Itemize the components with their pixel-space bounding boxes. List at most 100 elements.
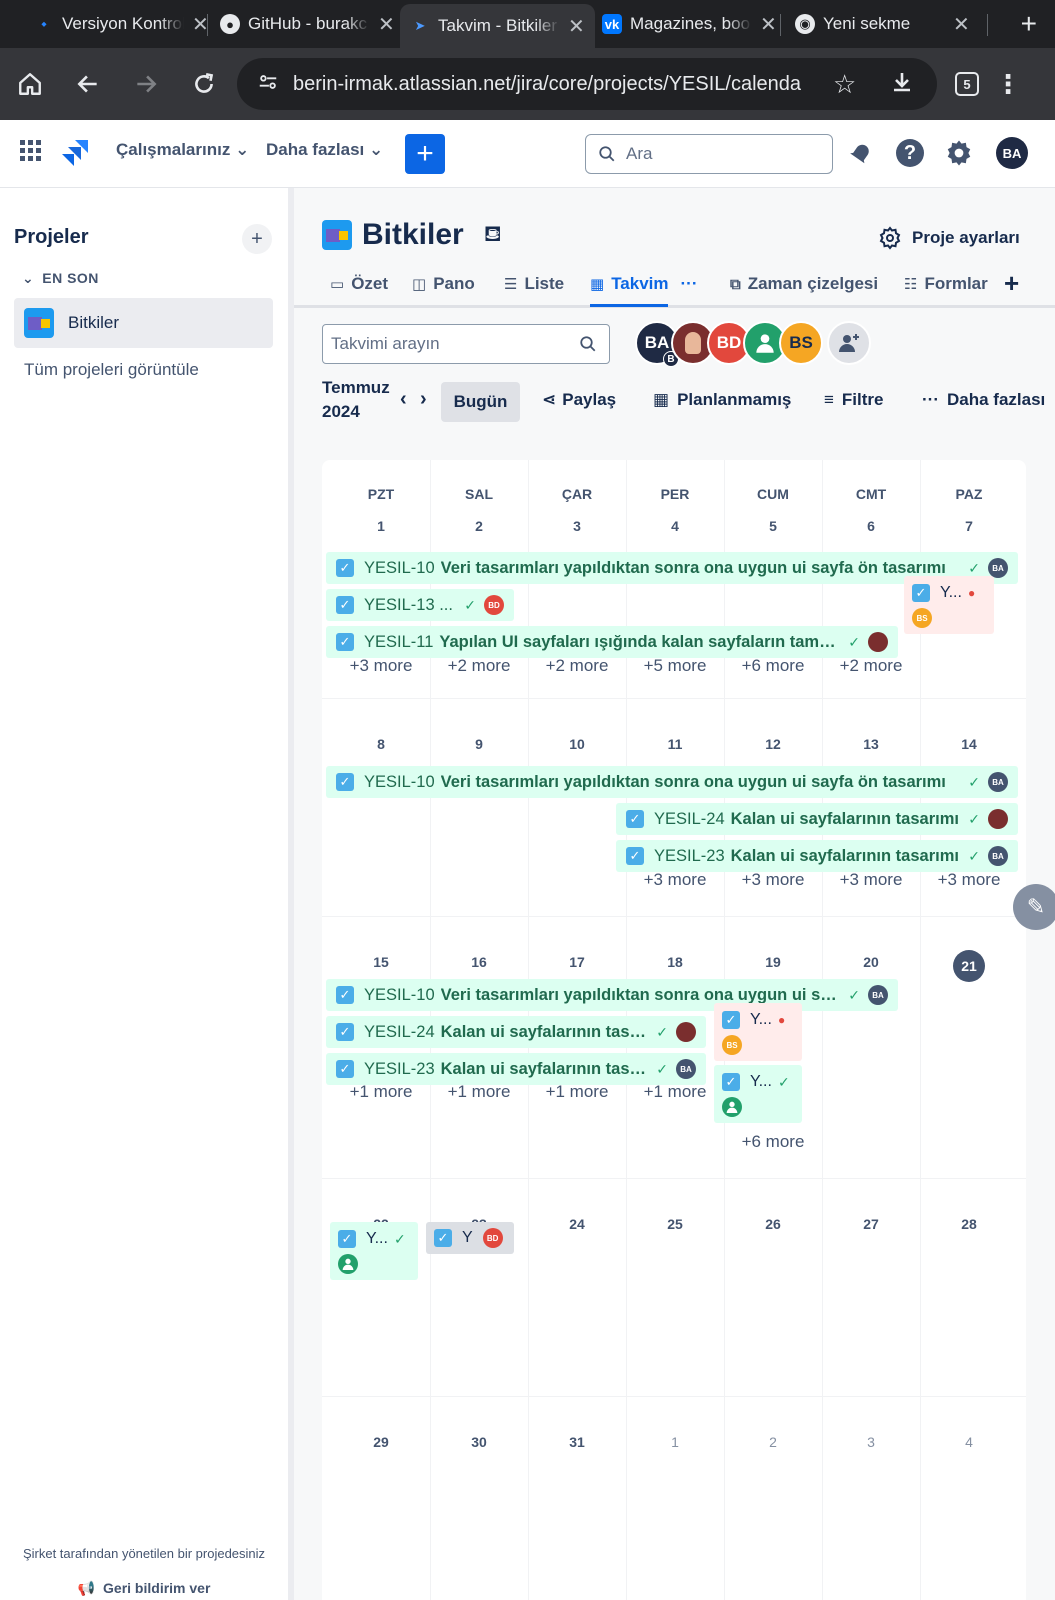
reload-icon[interactable] (186, 66, 222, 102)
day-number[interactable]: 2 (430, 518, 528, 534)
edit-pencil-button[interactable]: ✎ (1013, 884, 1055, 930)
tab-calendar[interactable]: ▦ Takvim ··· (590, 274, 698, 294)
help-icon[interactable]: ? (896, 139, 924, 167)
user-avatar[interactable]: BA (996, 137, 1028, 169)
project-settings-button[interactable]: Proje ayarları (878, 226, 1020, 250)
day-number[interactable]: 8 (332, 736, 430, 752)
nav-your-work[interactable]: Çalışmalarınız ⌄ (116, 140, 249, 160)
calendar-event[interactable]: ✓ YESIL-10 Veri tasarımları yapıldıktan so… (326, 766, 1018, 798)
day-number[interactable]: 1 (626, 1434, 724, 1450)
browser-tab-magazines[interactable]: vk Magazines, boo ✕ (602, 4, 777, 44)
address-bar[interactable]: berin-irmak.atlassian.net/jira/core/proj… (237, 58, 937, 110)
close-icon[interactable]: ✕ (953, 12, 970, 37)
browser-tab-new[interactable]: ◉ Yeni sekme ✕ (795, 4, 970, 44)
tab-timeline[interactable]: ⧉ Zaman çizelgesi (730, 274, 878, 294)
calendar-event[interactable]: ✓ YESIL-23 Kalan ui sayfalarının tasarımı ✓… (326, 1053, 706, 1085)
forward-icon[interactable] (128, 66, 164, 102)
browser-tab-versiyon[interactable]: ⬩ Versiyon Kontrol ✕ (34, 4, 209, 44)
more-events-link[interactable]: +6 more (724, 656, 822, 676)
day-number[interactable]: 18 (626, 954, 724, 970)
more-events-link[interactable]: +2 more (822, 656, 920, 676)
bookmark-star-icon[interactable]: ☆ (833, 69, 856, 100)
more-events-link[interactable]: +3 more (332, 656, 430, 676)
recent-section[interactable]: ⌄ EN SON (22, 270, 99, 287)
day-number[interactable]: 9 (430, 736, 528, 752)
more-events-link[interactable]: +1 more (430, 1082, 528, 1102)
day-number[interactable]: 26 (724, 1216, 822, 1232)
day-number[interactable]: 12 (724, 736, 822, 752)
day-number[interactable]: 6 (822, 518, 920, 534)
tab-board[interactable]: ◫ Pano (412, 274, 475, 294)
day-number[interactable]: 15 (332, 954, 430, 970)
calendar-event[interactable]: ✓ Y... ✓ (714, 1065, 802, 1123)
more-events-link[interactable]: +3 more (724, 870, 822, 890)
share-button[interactable]: ⋖ Paylaş (542, 390, 616, 410)
avatar[interactable]: BS (779, 321, 823, 365)
day-number[interactable]: 25 (626, 1216, 724, 1232)
calendar-event[interactable]: ✓ YESIL-23 Kalan ui sayfalarının tasarımı ✓… (616, 840, 1018, 872)
day-number[interactable]: 30 (430, 1434, 528, 1450)
app-switcher-icon[interactable] (20, 140, 42, 167)
calendar-event[interactable]: ✓ YESIL-24 Kalan ui sayfalarının tasarımı ✓ (616, 803, 1018, 835)
more-events-link[interactable]: +3 more (920, 870, 1018, 890)
browser-tab-takvim[interactable]: ➤ Takvim - Bitkiler ✕ (400, 4, 595, 48)
add-people-button[interactable] (827, 321, 871, 365)
nav-more[interactable]: Daha fazlası ⌄ (266, 140, 383, 160)
calendar-event[interactable]: ✓ YESIL-10 Veri tasarımları yapıldıktan so… (326, 979, 898, 1011)
today-button[interactable]: Bugün (441, 382, 520, 422)
day-number[interactable]: 1 (332, 518, 430, 534)
next-month-button[interactable]: › (420, 388, 427, 411)
feedback-link[interactable]: 📢 Geri bildirim ver (0, 1580, 288, 1597)
download-icon[interactable] (890, 70, 914, 99)
home-icon[interactable] (12, 66, 48, 102)
day-number[interactable]: 2 (724, 1434, 822, 1450)
jira-logo-icon[interactable] (60, 138, 90, 173)
close-icon[interactable]: ✕ (378, 12, 395, 37)
filter-button[interactable]: ≡ Filtre (824, 390, 883, 410)
day-number[interactable]: 17 (528, 954, 626, 970)
day-number[interactable]: 20 (822, 954, 920, 970)
more-events-link[interactable]: +3 more (822, 870, 920, 890)
day-number[interactable]: 10 (528, 736, 626, 752)
tab-switcher-button[interactable]: 5 (955, 72, 979, 96)
calendar-event[interactable]: ✓ YESIL-13 ... ✓ BD (326, 589, 514, 621)
day-number[interactable]: 19 (724, 954, 822, 970)
tab-forms[interactable]: ☷ Formlar (904, 274, 994, 294)
day-number[interactable]: 29 (332, 1434, 430, 1450)
more-events-link[interactable]: +1 more (528, 1082, 626, 1102)
more-events-link[interactable]: +1 more (332, 1082, 430, 1102)
day-number[interactable]: 28 (920, 1216, 1018, 1232)
create-button[interactable]: + (405, 134, 445, 174)
more-events-link[interactable]: +2 more (528, 656, 626, 676)
search-input[interactable]: Ara (585, 134, 833, 174)
day-number[interactable]: 14 (920, 736, 1018, 752)
calendar-event[interactable]: ✓ Y... ✓ (330, 1222, 418, 1280)
calendar-search-input[interactable]: Takvimi arayın (322, 324, 610, 364)
settings-gear-icon[interactable] (944, 138, 974, 173)
back-icon[interactable] (70, 66, 106, 102)
more-options-button[interactable]: ··· Daha fazlası (922, 390, 1045, 410)
day-number[interactable]: 13 (822, 736, 920, 752)
day-number[interactable]: 4 (626, 518, 724, 534)
more-events-link[interactable]: +6 more (724, 1132, 822, 1152)
browser-tab-github[interactable]: ● GitHub - burakc ✕ (220, 4, 395, 44)
close-icon[interactable]: ✕ (760, 12, 777, 37)
tab-list[interactable]: ☰ Liste (504, 274, 564, 294)
day-number[interactable]: 5 (724, 518, 822, 534)
day-number[interactable]: 16 (430, 954, 528, 970)
day-number[interactable]: 3 (528, 518, 626, 534)
day-number[interactable]: 11 (626, 736, 724, 752)
calendar-event[interactable]: ✓ Y... ● BS (904, 576, 994, 634)
sidebar-item-bitkiler[interactable]: Bitkiler (14, 298, 273, 348)
notifications-icon[interactable] (848, 140, 874, 171)
day-number[interactable]: 7 (920, 518, 1018, 534)
menu-dots-icon[interactable]: ⋮ (990, 66, 1026, 102)
day-number[interactable]: 27 (822, 1216, 920, 1232)
add-project-button[interactable]: + (242, 224, 272, 254)
unscheduled-button[interactable]: ▦ Planlanmamış (653, 390, 791, 410)
more-events-link[interactable]: +5 more (626, 656, 724, 676)
site-settings-icon[interactable] (257, 71, 279, 98)
day-number[interactable]: 4 (920, 1434, 1018, 1450)
more-events-link[interactable]: +1 more (626, 1082, 724, 1102)
today-date[interactable]: 21 (953, 950, 985, 982)
